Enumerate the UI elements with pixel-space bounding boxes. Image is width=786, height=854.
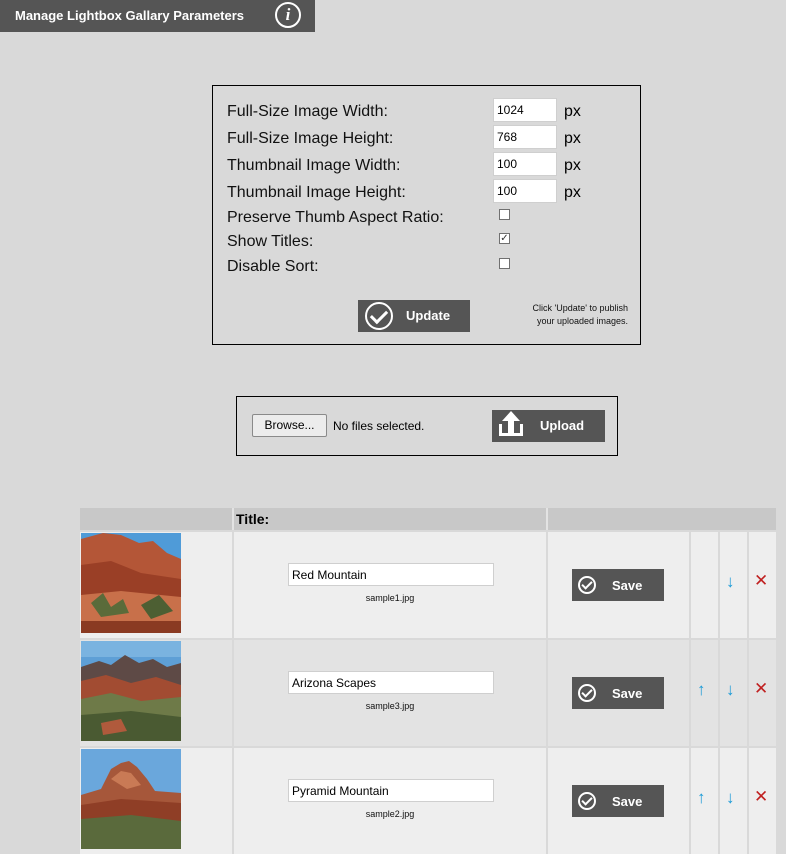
update-note-line2: your uploaded images. (536, 316, 628, 326)
move-down-cell: ↓ (720, 640, 747, 746)
checkmark-circle-icon (578, 576, 596, 594)
param-label: Full-Size Image Width: (227, 103, 388, 120)
save-button-label: Save (612, 794, 643, 809)
title-input[interactable] (288, 563, 494, 586)
header-bar: Manage Lightbox Gallary Parameters i (0, 0, 315, 32)
update-note-line1: Click 'Update' to publish (532, 303, 628, 313)
checkmark-circle-icon (578, 792, 596, 810)
param-row-aspect-ratio: Preserve Thumb Aspect Ratio: (227, 207, 627, 231)
param-label: Thumbnail Image Height: (227, 184, 406, 201)
title-input[interactable] (288, 671, 494, 694)
arrow-up-icon[interactable]: ↑ (697, 681, 706, 699)
move-down-cell: ↓ (720, 532, 747, 638)
file-name: sample3.jpg (365, 701, 415, 711)
unit-label: px (564, 184, 581, 201)
table-header: Title: (80, 508, 776, 530)
param-row-thumb-height: Thumbnail Image Height: px (227, 179, 627, 206)
delete-cell: ✕ (749, 532, 776, 638)
delete-cell: ✕ (749, 748, 776, 854)
arrow-up-icon[interactable]: ↑ (697, 789, 706, 807)
save-button[interactable]: Save (572, 569, 664, 601)
delete-icon[interactable]: ✕ (754, 572, 768, 590)
save-button-label: Save (612, 578, 643, 593)
table-row: sample2.jpg Save ↑ ↓ ✕ (80, 748, 776, 854)
thumb-height-input[interactable] (493, 179, 557, 203)
save-button[interactable]: Save (572, 785, 664, 817)
upload-button[interactable]: Upload (492, 410, 605, 442)
save-button[interactable]: Save (572, 677, 664, 709)
move-up-cell: ↑ (691, 640, 718, 746)
checkmark-circle-icon (578, 684, 596, 702)
param-row-thumb-width: Thumbnail Image Width: px (227, 152, 627, 179)
thumbnail-cell (80, 748, 232, 854)
param-row-disable-sort: Disable Sort: (227, 256, 627, 280)
update-note: Click 'Update' to publish your uploaded … (498, 302, 628, 328)
param-label: Disable Sort: (227, 258, 319, 275)
thumb-width-input[interactable] (493, 152, 557, 176)
param-row-fullsize-width: Full-Size Image Width: px (227, 98, 627, 125)
save-cell: Save (548, 532, 689, 638)
update-button[interactable]: Update (358, 300, 470, 332)
arrow-down-icon[interactable]: ↓ (726, 573, 735, 591)
thumbnail-image[interactable] (81, 641, 181, 741)
fullsize-height-input[interactable] (493, 125, 557, 149)
delete-icon[interactable]: ✕ (754, 680, 768, 698)
unit-label: px (564, 103, 581, 120)
title-cell: sample2.jpg (234, 748, 546, 854)
title-cell: sample1.jpg (234, 532, 546, 638)
move-down-cell: ↓ (720, 748, 747, 854)
file-name: sample1.jpg (365, 593, 415, 603)
file-status: No files selected. (333, 419, 425, 433)
thumbnail-image[interactable] (81, 533, 181, 633)
aspect-ratio-checkbox[interactable] (499, 209, 510, 220)
info-icon[interactable]: i (275, 2, 301, 28)
update-button-label: Update (406, 308, 451, 323)
show-titles-checkbox[interactable]: ✓ (499, 233, 510, 244)
param-row-show-titles: Show Titles: ✓ (227, 231, 627, 255)
move-up-cell: ↑ (691, 748, 718, 854)
upload-button-label: Upload (540, 418, 585, 433)
table-row: sample3.jpg Save ↑ ↓ ✕ (80, 640, 776, 746)
title-cell: sample3.jpg (234, 640, 546, 746)
browse-button[interactable]: Browse... (252, 414, 327, 437)
param-row-fullsize-height: Full-Size Image Height: px (227, 125, 627, 152)
thumbnail-cell (80, 532, 232, 638)
table-row: sample1.jpg Save ↓ ✕ (80, 532, 776, 638)
upload-panel: Browse... No files selected. Upload (236, 396, 618, 456)
delete-cell: ✕ (749, 640, 776, 746)
param-label: Show Titles: (227, 233, 314, 250)
thumbnail-image[interactable] (81, 749, 181, 849)
arrow-down-icon[interactable]: ↓ (726, 789, 735, 807)
parameters-panel: Full-Size Image Width: px Full-Size Imag… (212, 85, 641, 345)
unit-label: px (564, 130, 581, 147)
move-up-cell (691, 532, 718, 638)
thumbnail-cell (80, 640, 232, 746)
title-column-header: Title: (236, 511, 270, 527)
arrow-down-icon[interactable]: ↓ (726, 681, 735, 699)
page-title: Manage Lightbox Gallary Parameters (15, 8, 245, 23)
disable-sort-checkbox[interactable] (499, 258, 510, 269)
title-input[interactable] (288, 779, 494, 802)
save-button-label: Save (612, 686, 643, 701)
checkmark-circle-icon (365, 302, 393, 330)
unit-label: px (564, 157, 581, 174)
param-label: Preserve Thumb Aspect Ratio: (227, 209, 444, 226)
save-cell: Save (548, 640, 689, 746)
param-label: Thumbnail Image Width: (227, 157, 401, 174)
save-cell: Save (548, 748, 689, 854)
fullsize-width-input[interactable] (493, 98, 557, 122)
file-name: sample2.jpg (365, 809, 415, 819)
delete-icon[interactable]: ✕ (754, 788, 768, 806)
param-label: Full-Size Image Height: (227, 130, 394, 147)
